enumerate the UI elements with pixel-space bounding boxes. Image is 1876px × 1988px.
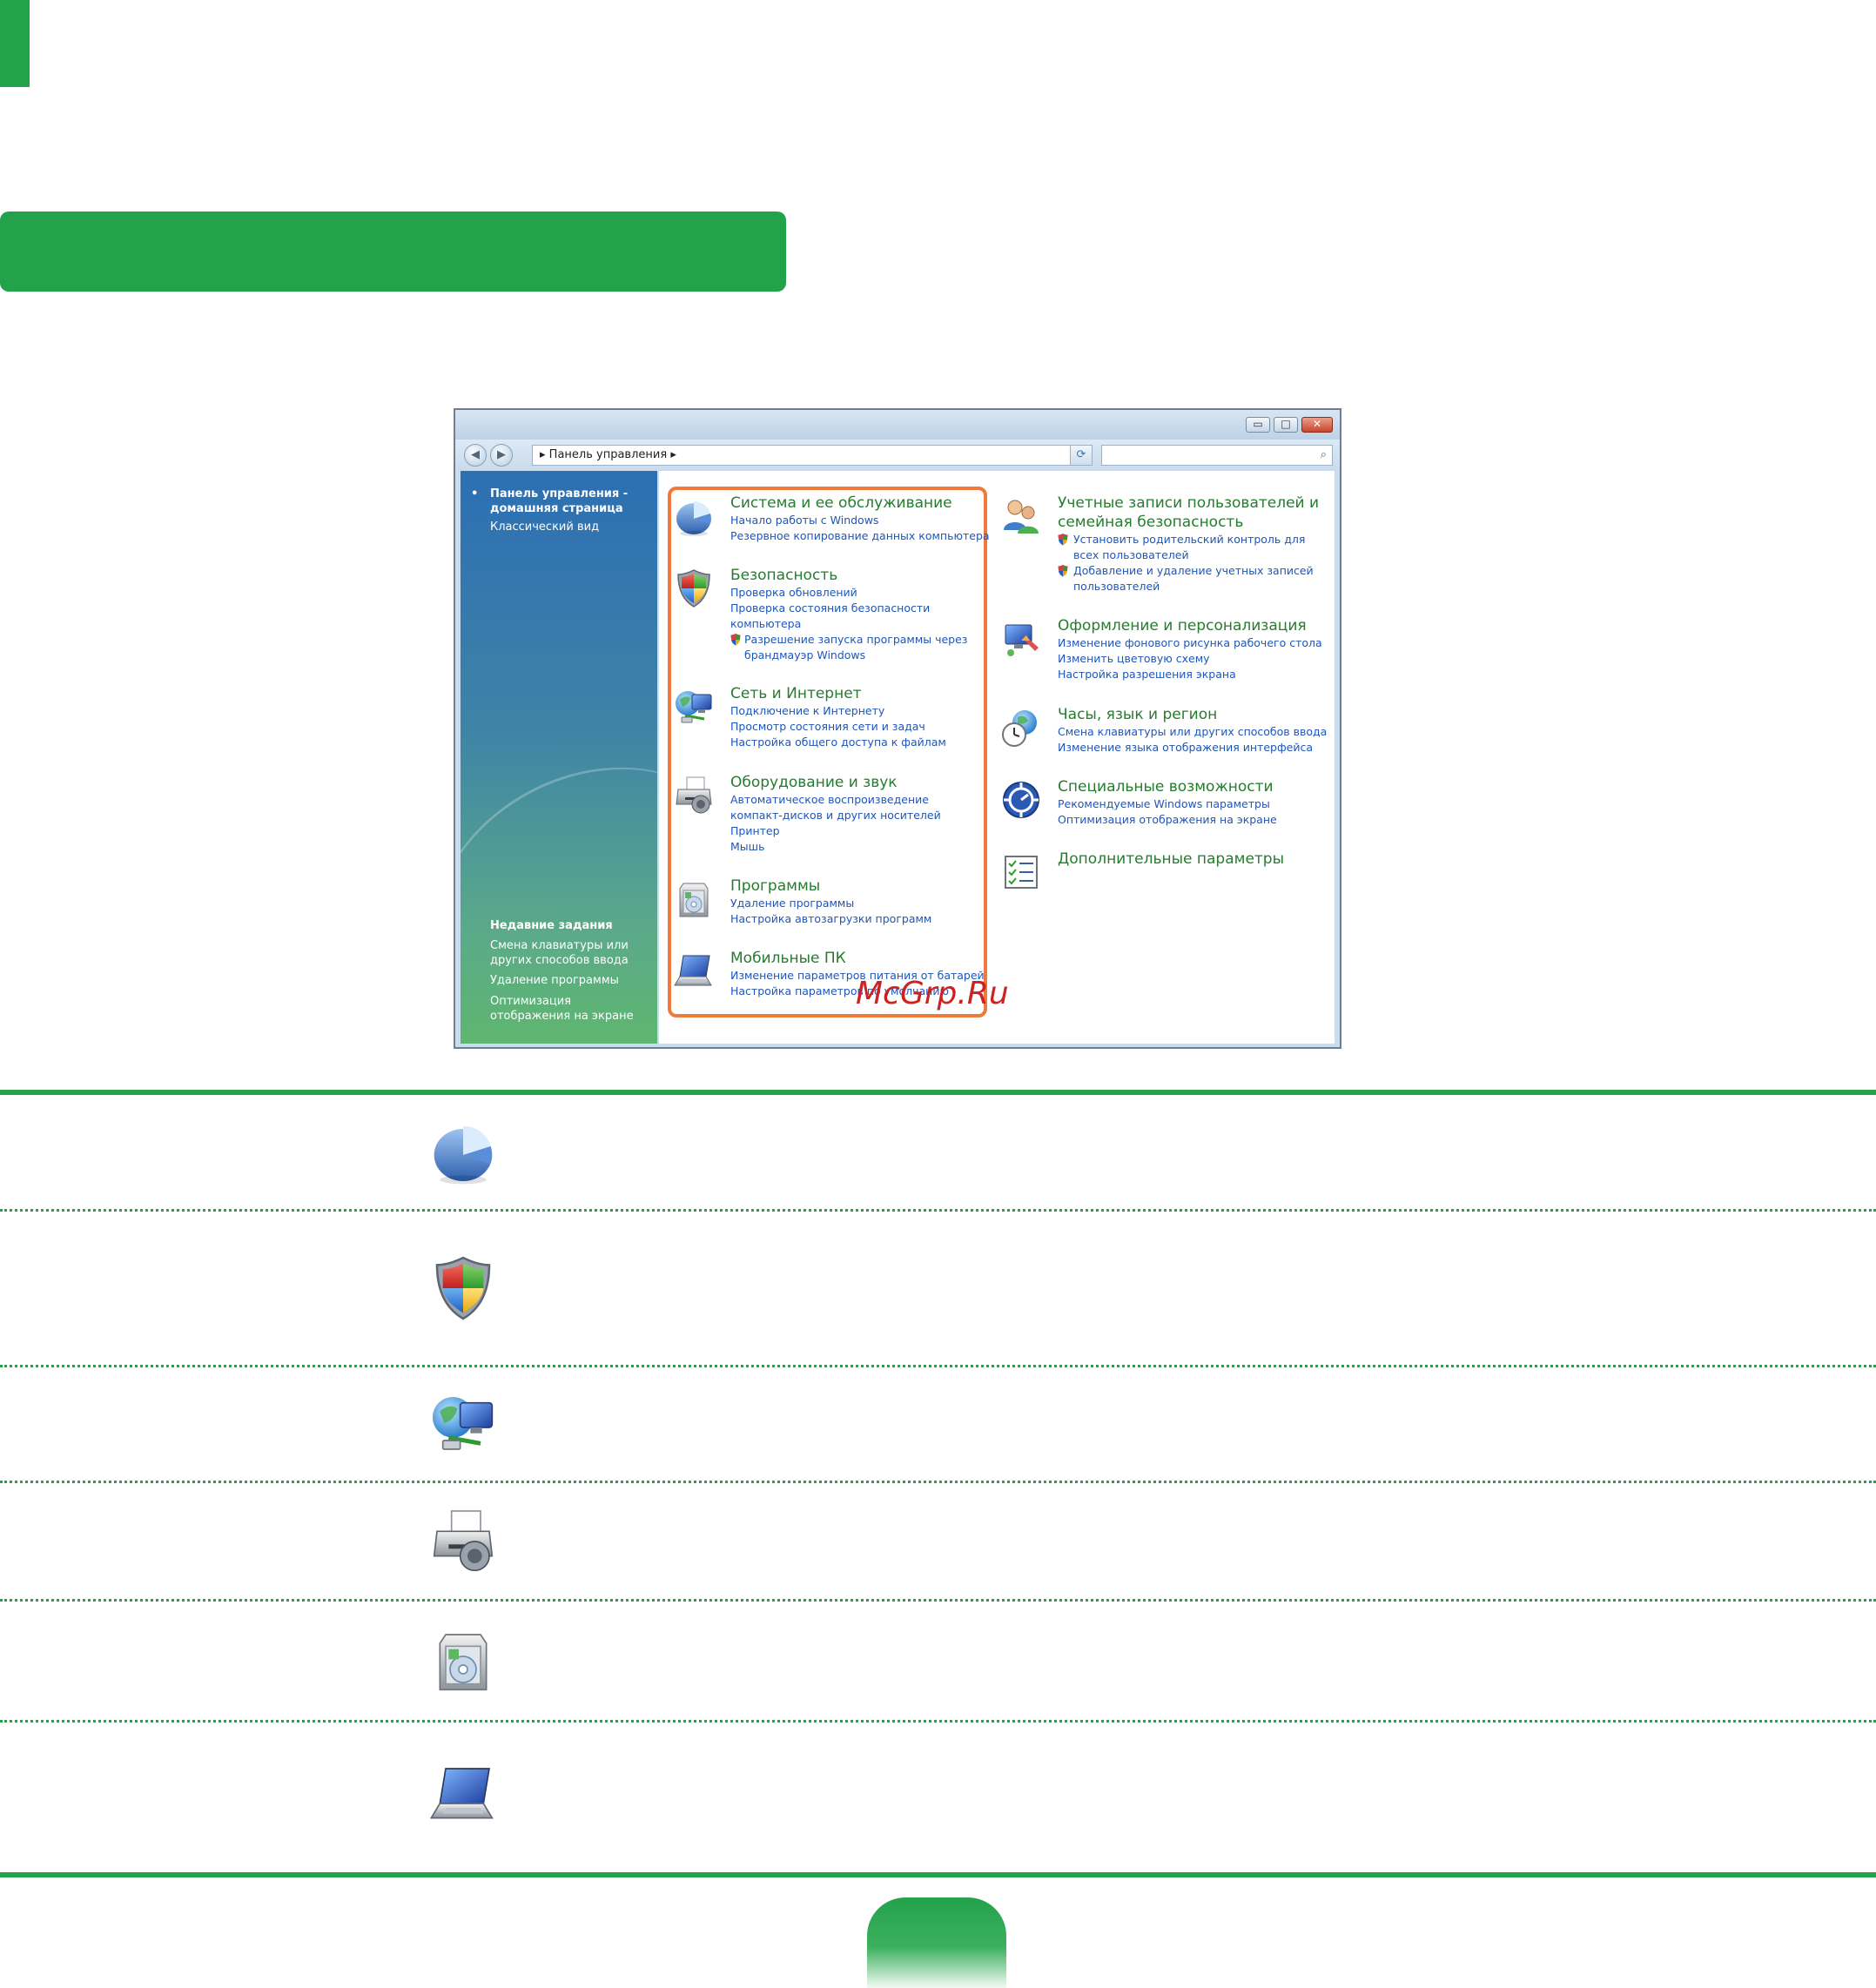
page-number-tab — [867, 1897, 1006, 1988]
category-link[interactable]: Добавление и удаление учетных записей по… — [1073, 563, 1328, 594]
uac-shield-icon — [1058, 565, 1068, 577]
category-link[interactable]: Проверка состояния безопасности компьюте… — [730, 601, 931, 632]
accessibility-icon — [1000, 779, 1042, 821]
sidebar-classic-view[interactable]: Классический вид — [490, 520, 599, 534]
back-button[interactable]: ◀ — [464, 444, 487, 467]
category-link[interactable]: Просмотр состояния сети и задач — [730, 719, 946, 735]
category-title[interactable]: Специальные возможности — [1058, 777, 1277, 796]
sidebar: • Панель управления - домашняя страница … — [461, 471, 657, 1044]
category-link[interactable]: Подключение к Интернету — [730, 703, 946, 719]
navigation-bar: ◀ ▶ ▸ Панель управления ▸ ⟳ ⌕ — [455, 440, 1340, 471]
security-shield-icon — [673, 568, 715, 609]
category-link[interactable]: Мышь — [730, 839, 944, 855]
control-panel-window: ▭ □ ✕ ◀ ▶ ▸ Панель управления ▸ ⟳ ⌕ • Па… — [454, 408, 1341, 1049]
category-link[interactable]: Оптимизация отображения на экране — [1058, 812, 1277, 828]
category-link[interactable]: Удаление программы — [730, 896, 931, 911]
network-globe-icon — [428, 1388, 498, 1458]
window-titlebar: ▭ □ ✕ — [455, 410, 1340, 440]
row-divider — [0, 1209, 1876, 1212]
hardware-printer-icon — [673, 775, 715, 816]
category-link[interactable]: Изменение языка отображения интерфейса — [1058, 740, 1327, 756]
category-title[interactable]: Дополнительные параметры — [1058, 850, 1284, 869]
category-title[interactable]: Мобильные ПК — [730, 949, 985, 968]
hardware-printer-icon — [428, 1507, 498, 1576]
watermark: McGrp.Ru — [856, 976, 1009, 1011]
sidebar-home[interactable]: • Панель управления - домашняя страница — [471, 487, 645, 516]
category-title[interactable]: Программы — [730, 876, 931, 896]
category-link[interactable]: Настройка общего доступа к файлам — [730, 735, 946, 750]
programs-box-icon — [428, 1626, 498, 1696]
content-area: Система и ее обслуживание Начало работы … — [659, 471, 1335, 1044]
system-pie-icon — [673, 495, 715, 537]
system-pie-icon — [428, 1116, 498, 1185]
category-link[interactable]: Настройка разрешения экрана — [1058, 667, 1322, 682]
table-top-rule — [0, 1090, 1876, 1095]
category-title[interactable]: Сеть и Интернет — [730, 684, 946, 703]
table-row — [428, 1507, 498, 1576]
address-bar[interactable]: ▸ Панель управления ▸ — [532, 445, 1089, 466]
security-shield-icon — [428, 1253, 498, 1323]
appearance-icon — [1000, 618, 1042, 660]
category-link[interactable]: Начало работы с Windows — [730, 513, 990, 528]
sidebar-home-label[interactable]: Панель управления - домашняя страница — [490, 487, 645, 516]
users-icon — [1000, 495, 1042, 537]
uac-shield-icon — [730, 634, 741, 646]
category-link[interactable]: Установить родительский контроль для все… — [1073, 532, 1328, 563]
programs-box-icon — [673, 878, 715, 920]
category-link[interactable]: Рекомендуемые Windows параметры — [1058, 796, 1277, 812]
search-icon[interactable]: ⌕ — [1321, 448, 1327, 461]
refresh-button[interactable]: ⟳ — [1070, 445, 1093, 466]
table-row — [428, 1626, 498, 1696]
mobile-laptop-icon — [673, 950, 715, 992]
address-separator: ▸ — [540, 448, 546, 461]
corner-accent-bar — [0, 0, 30, 87]
category-link[interactable]: Настройка автозагрузки программ — [730, 911, 931, 927]
recent-task-item[interactable]: Оптимизация отображения на экране — [490, 994, 647, 1024]
row-divider — [0, 1481, 1876, 1483]
table-row — [428, 1388, 498, 1458]
category-link[interactable]: Резервное копирование данных компьютера — [730, 528, 990, 544]
uac-shield-icon — [1058, 534, 1068, 546]
clock-globe-icon — [1000, 707, 1042, 749]
row-divider — [0, 1720, 1876, 1723]
table-row — [428, 1116, 498, 1185]
table-bottom-rule — [0, 1872, 1876, 1877]
category-title[interactable]: Оформление и персонализация — [1058, 616, 1322, 635]
checklist-icon — [1000, 851, 1042, 893]
category-link[interactable]: Автоматическое воспроизведение компакт-д… — [730, 792, 944, 823]
category-title[interactable]: Часы, язык и регион — [1058, 705, 1327, 724]
recent-tasks-title: Недавние задания — [490, 919, 613, 932]
recent-task-item[interactable]: Удаление программы — [490, 973, 647, 988]
category-link[interactable]: Принтер — [730, 823, 944, 839]
section-banner — [0, 212, 786, 292]
network-globe-icon — [673, 686, 715, 728]
category-title[interactable]: Учетные записи пользователей и семейная … — [1058, 494, 1328, 532]
category-link[interactable]: Разрешение запуска программы через бранд… — [744, 632, 971, 663]
mobile-laptop-icon — [428, 1760, 498, 1830]
category-title[interactable]: Оборудование и звук — [730, 773, 944, 792]
category-link[interactable]: Смена клавиатуры или других способов вво… — [1058, 724, 1327, 740]
address-separator-end: ▸ — [670, 448, 676, 461]
row-divider — [0, 1599, 1876, 1602]
recent-task-item[interactable]: Смена клавиатуры или других способов вво… — [490, 938, 647, 968]
maximize-button[interactable]: □ — [1274, 417, 1298, 433]
table-row — [428, 1760, 498, 1830]
forward-button[interactable]: ▶ — [490, 444, 513, 467]
close-button[interactable]: ✕ — [1301, 417, 1333, 433]
minimize-button[interactable]: ▭ — [1246, 417, 1270, 433]
address-path: Панель управления — [548, 448, 668, 461]
search-input[interactable]: ⌕ — [1101, 445, 1333, 466]
category-title[interactable]: Система и ее обслуживание — [730, 494, 990, 513]
category-link[interactable]: Проверка обновлений — [730, 585, 971, 601]
category-link[interactable]: Изменение фонового рисунка рабочего стол… — [1058, 635, 1322, 651]
category-title[interactable]: Безопасность — [730, 566, 971, 585]
category-link[interactable]: Изменить цветовую схему — [1058, 651, 1322, 667]
table-row — [428, 1253, 498, 1323]
row-divider — [0, 1365, 1876, 1367]
